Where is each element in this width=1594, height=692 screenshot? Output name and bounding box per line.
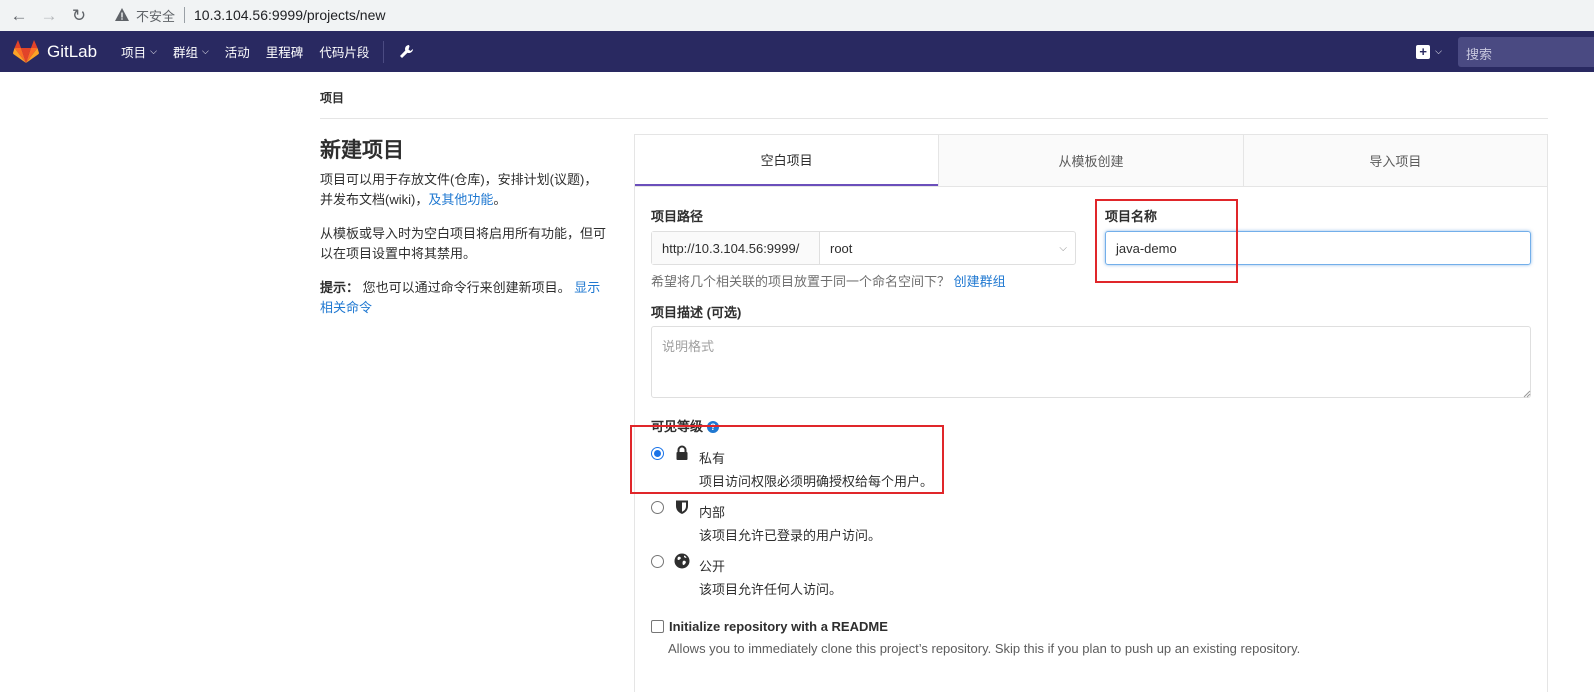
intro-text-end: 。 <box>493 192 507 207</box>
annotation-box-private <box>630 425 944 494</box>
new-project-panel: 空白项目 从模板创建 导入项目 项目路径 http://10.3.104.56:… <box>634 134 1548 692</box>
readme-label[interactable]: Initialize repository with a README <box>669 619 888 634</box>
gitlab-logo-icon[interactable] <box>13 39 39 64</box>
gitlab-navbar: GitLab 项目 ⌵ 群组 ⌵ 活动 里程碑 代码片段 + ⌵ 搜索 <box>0 31 1594 72</box>
readme-checkbox[interactable] <box>651 620 664 633</box>
visibility-desc: 该项目允许已登录的用户访问。 <box>699 528 882 543</box>
back-arrow-icon[interactable]: ← <box>8 5 30 27</box>
forward-arrow-icon[interactable]: → <box>38 5 60 27</box>
intro-paragraph: 项目可以用于存放文件(仓库)，安排计划(议题)，并发布文档(wiki)，及其他功… <box>320 170 610 210</box>
nav-milestones[interactable]: 里程碑 <box>266 42 304 61</box>
nav-groups-label: 群组 <box>172 46 198 60</box>
intro-column: 新建项目 项目可以用于存放文件(仓库)，安排计划(议题)，并发布文档(wiki)… <box>320 134 610 332</box>
address-bar[interactable]: 不安全 10.3.104.56:9999/projects/new <box>106 2 1594 28</box>
nav-divider <box>383 40 385 63</box>
visibility-public-radio[interactable] <box>651 555 664 568</box>
visibility-internal-option[interactable]: 内部 该项目允许已登录的用户访问。 <box>651 498 881 544</box>
description-textarea[interactable]: 说明格式 <box>651 326 1531 398</box>
path-prefix: http://10.3.104.56:9999/ <box>652 232 820 264</box>
nav-milestones-label: 里程碑 <box>265 46 304 60</box>
namespace-hint: 希望将几个相关联的项目放置于同一个命名空间下？ 创建群组 <box>651 271 1006 290</box>
page-title: 新建项目 <box>320 139 404 162</box>
new-dropdown-button[interactable]: + ⌵ <box>1416 44 1442 59</box>
nav-activity[interactable]: 活动 <box>225 42 250 61</box>
readme-description: Allows you to immediately clone this pro… <box>668 641 1301 656</box>
nav-groups[interactable]: 群组 ⌵ <box>173 42 209 61</box>
breadcrumb[interactable]: 项目 <box>320 89 344 106</box>
resize-handle-icon[interactable] <box>1523 390 1531 398</box>
address-divider <box>184 7 186 23</box>
namespace-select[interactable]: root ⌵ <box>820 232 1075 264</box>
tab-import-project[interactable]: 导入项目 <box>1242 135 1547 186</box>
navbar-right: + ⌵ 搜索 <box>1416 31 1594 72</box>
visibility-public-option[interactable]: 公开 该项目允许任何人访问。 <box>651 552 842 598</box>
nav-snippets-label: 代码片段 <box>319 46 370 60</box>
search-input[interactable]: 搜索 <box>1458 36 1594 67</box>
shield-icon <box>676 500 688 514</box>
nav-projects-label: 项目 <box>121 46 147 60</box>
create-group-link[interactable]: 创建群组 <box>954 274 1006 289</box>
visibility-internal-radio[interactable] <box>651 501 664 514</box>
insecure-label: 不安全 <box>136 8 176 24</box>
namespace-value: root <box>830 240 853 256</box>
brand-name[interactable]: GitLab <box>47 42 97 62</box>
project-path-label: 项目路径 <box>651 209 704 224</box>
reload-icon[interactable]: ↻ <box>68 5 90 27</box>
visibility-internal-text: 内部 该项目允许已登录的用户访问。 <box>699 498 881 544</box>
chevron-down-icon: ⌵ <box>150 46 157 56</box>
chevron-down-icon: ⌵ <box>1435 46 1442 56</box>
chevron-down-icon: ⌵ <box>1059 242 1067 254</box>
annotation-box-project-name <box>1095 199 1238 283</box>
nav-activity-label: 活动 <box>224 46 250 60</box>
url-text[interactable]: 10.3.104.56:9999/projects/new <box>194 7 385 23</box>
template-note: 从模板或导入时为空白项目将启用所有功能，但可以在项目设置中将其禁用。 <box>320 226 607 261</box>
tab-blank-project[interactable]: 空白项目 <box>635 135 939 186</box>
hint-text: 希望将几个相关联的项目放置于同一个命名空间下？ <box>651 274 951 289</box>
globe-icon <box>674 553 690 569</box>
visibility-title: 公开 <box>699 559 726 574</box>
warning-icon <box>115 8 129 21</box>
nav-projects[interactable]: 项目 ⌵ <box>121 42 157 61</box>
plus-square-icon: + <box>1416 44 1431 59</box>
visibility-public-text: 公开 该项目允许任何人访问。 <box>699 552 842 598</box>
chevron-down-icon: ⌵ <box>201 46 209 56</box>
project-path-group: http://10.3.104.56:9999/ root ⌵ <box>651 231 1076 265</box>
browser-toolbar: ← → ↻ 不安全 10.3.104.56:9999/projects/new <box>0 0 1594 31</box>
tip-paragraph: 提示： 您也可以通过命令行来创建新项目。 显示相关命令 <box>320 278 610 318</box>
description-label: 项目描述 (可选) <box>651 305 742 320</box>
tab-from-template[interactable]: 从模板创建 <box>938 135 1243 186</box>
tip-text: 您也可以通过命令行来创建新项目。 <box>362 280 571 295</box>
wrench-icon[interactable] <box>398 44 414 60</box>
readme-option[interactable]: Initialize repository with a README <box>651 619 888 634</box>
visibility-desc: 该项目允许任何人访问。 <box>699 582 843 597</box>
nav-snippets[interactable]: 代码片段 <box>319 42 369 61</box>
tip-label: 提示： <box>320 280 360 295</box>
features-link[interactable]: 及其他功能 <box>428 192 493 207</box>
main-nav: 项目 ⌵ 群组 ⌵ 活动 里程碑 代码片段 <box>121 42 385 61</box>
breadcrumb-divider <box>320 118 1548 119</box>
project-type-tabs: 空白项目 从模板创建 导入项目 <box>635 135 1547 187</box>
visibility-title: 内部 <box>699 505 726 520</box>
